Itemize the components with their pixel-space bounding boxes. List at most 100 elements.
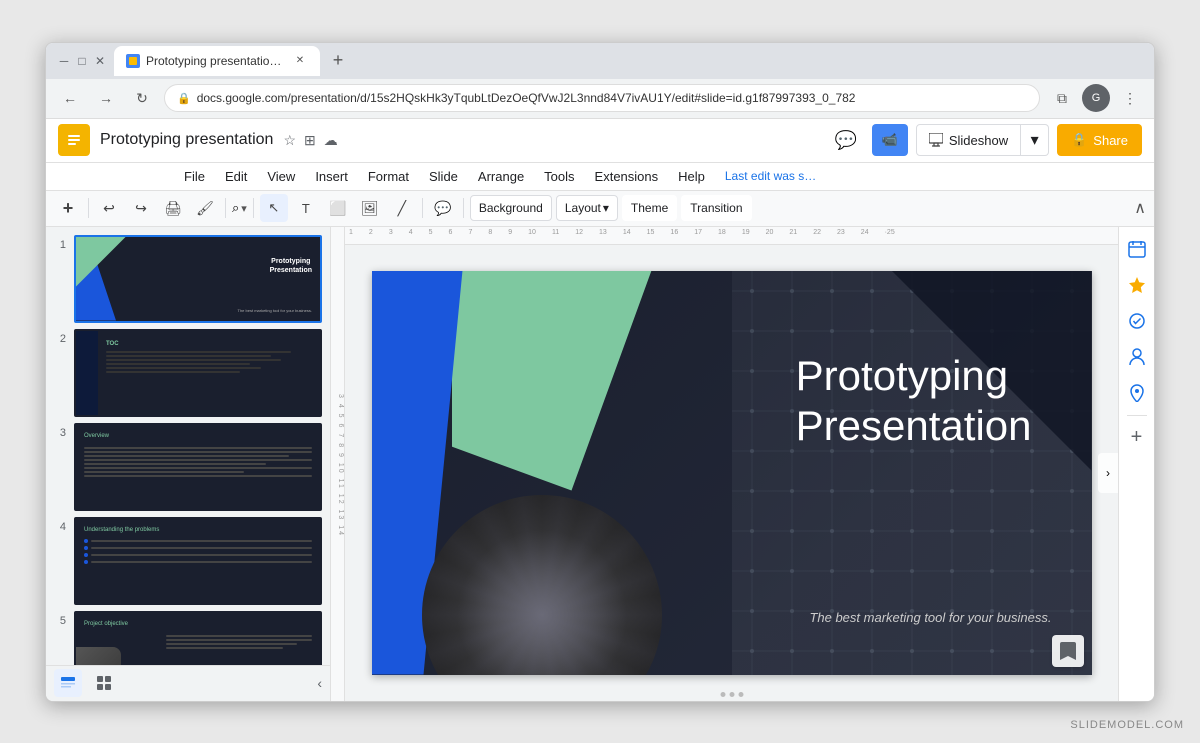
last-edit-text: Last edit was s… — [725, 169, 816, 183]
browser-window: ─ □ ✕ Prototyping presentation - Goo… ✕ … — [45, 42, 1155, 702]
menu-edit[interactable]: Edit — [217, 167, 255, 186]
refresh-btn[interactable]: ↻ — [128, 84, 156, 112]
star-panel-btn[interactable] — [1123, 271, 1151, 299]
menu-slide[interactable]: Slide — [421, 167, 466, 186]
canvas-area[interactable]: Prototyping Presentation The best market… — [345, 245, 1118, 701]
menu-file[interactable]: File — [176, 167, 213, 186]
comment-btn[interactable]: 💬 — [429, 194, 457, 222]
menu-extensions[interactable]: Extensions — [587, 167, 667, 186]
undo-btn[interactable]: ↩ — [95, 194, 123, 222]
meet-btn[interactable]: 📹 — [872, 124, 908, 156]
check-panel-btn[interactable] — [1123, 307, 1151, 335]
slide-canvas: Prototyping Presentation The best market… — [372, 271, 1092, 675]
line-2 — [91, 547, 312, 549]
share-label: Share — [1093, 133, 1128, 148]
collapse-panel-btn[interactable]: ‹ — [317, 675, 322, 691]
address-bar[interactable]: 🔒 docs.google.com/presentation/d/15s2HQs… — [164, 84, 1040, 112]
shapes-btn[interactable]: ⬜ — [324, 194, 352, 222]
menu-insert[interactable]: Insert — [307, 167, 356, 186]
tab-close-btn[interactable]: ✕ — [292, 53, 308, 69]
title-line-2: Presentation — [796, 401, 1032, 451]
add-panel-btn[interactable]: + — [1123, 424, 1151, 452]
menu-help[interactable]: Help — [670, 167, 713, 186]
tab-bar: Prototyping presentation - Goo… ✕ + — [114, 46, 1142, 76]
cloud-icon[interactable]: ☁ — [324, 132, 338, 149]
slideshow-btn[interactable]: Slideshow — [916, 124, 1021, 156]
left-ruler-marks: 3 4 5 6 7 8 9 10 11 12 13 14 — [337, 394, 344, 537]
slide-main-title: Prototyping Presentation — [796, 351, 1032, 452]
problems-title: Understanding the problems — [84, 527, 159, 533]
redo-btn[interactable]: ↪ — [127, 194, 155, 222]
slide-thumb-3[interactable]: 3 Overview — [54, 423, 322, 511]
menu-view[interactable]: View — [259, 167, 303, 186]
calendar-panel-btn[interactable] — [1123, 235, 1151, 263]
overview-line-3 — [84, 455, 289, 457]
slide-text-area: Prototyping Presentation — [796, 351, 1032, 452]
toc-line-1 — [106, 351, 291, 353]
slide-thumb-1[interactable]: 1 PrototypingPresentation The best marke… — [54, 235, 322, 323]
add-btn[interactable]: + — [54, 194, 82, 222]
active-tab[interactable]: Prototyping presentation - Goo… ✕ — [114, 46, 320, 76]
slide-num-2: 2 — [54, 333, 66, 345]
calendar-icon — [1128, 240, 1146, 258]
obj-line-2 — [166, 639, 312, 641]
maximize-btn[interactable]: □ — [76, 55, 88, 67]
profile-btn[interactable]: G — [1082, 84, 1110, 112]
paint-btn[interactable]: 🖌 — [191, 194, 219, 222]
slide-num-3: 3 — [54, 427, 66, 439]
doc-title-actions: ☆ ⊞ ☁ — [283, 132, 337, 149]
menu-bar: File Edit View Insert Format Slide Arran… — [46, 163, 1154, 191]
menu-format[interactable]: Format — [360, 167, 417, 186]
menu-tools[interactable]: Tools — [536, 167, 582, 186]
person-panel-btn[interactable] — [1123, 343, 1151, 371]
list-view-btn[interactable] — [54, 669, 82, 697]
slide-img-3: Overview — [74, 423, 322, 511]
location-panel-btn[interactable] — [1123, 379, 1151, 407]
slide-preview-5: Project objective — [76, 613, 320, 665]
doc-title: Prototyping presentation — [100, 131, 273, 149]
image-btn[interactable]: 🖼 — [356, 194, 384, 222]
dot-2 — [84, 546, 88, 550]
toolbar-sep-5 — [463, 198, 464, 218]
slideshow-dropdown-btn[interactable]: ▾ — [1021, 124, 1049, 156]
slide-thumb-2[interactable]: 2 TOC — [54, 329, 322, 417]
slide-thumb-5[interactable]: 5 Project objective — [54, 611, 322, 665]
canvas-nav-right-btn[interactable]: › — [1098, 453, 1118, 493]
address-bar-row: ← → ↻ 🔒 docs.google.com/presentation/d/1… — [46, 79, 1154, 119]
toolbar-collapse-btn[interactable]: ∧ — [1134, 198, 1146, 218]
grid-view-btn[interactable] — [90, 669, 118, 697]
new-tab-btn[interactable]: + — [324, 47, 352, 75]
close-btn[interactable]: ✕ — [94, 55, 106, 67]
folder-icon[interactable]: ⊞ — [304, 132, 316, 149]
canvas-bookmark-btn[interactable] — [1052, 635, 1084, 667]
menu-dots-btn[interactable]: ⋮ — [1116, 84, 1144, 112]
layout-btn[interactable]: Layout ▾ — [556, 195, 618, 221]
back-btn[interactable]: ← — [56, 84, 84, 112]
slide-subtitle: The best marketing tool for your busines… — [809, 610, 1051, 625]
top-ruler: 123456789101112131415161718192021222324·… — [345, 227, 1118, 245]
theme-btn[interactable]: Theme — [622, 195, 677, 221]
star-icon[interactable]: ☆ — [283, 132, 296, 149]
obj-line-3 — [166, 643, 298, 645]
cursor-btn[interactable]: ↖ — [260, 194, 288, 222]
share-btn[interactable]: 🔒 Share — [1057, 124, 1142, 156]
toc-line-2 — [106, 355, 271, 357]
toolbar: + ↩ ↪ 🖨 🖌 ⌕ ▾ ↖ T ⬜ 🖼 ╱ 💬 Background Lay… — [46, 191, 1154, 227]
comment-icon-btn[interactable]: 💬 — [828, 122, 864, 158]
transition-btn[interactable]: Transition — [681, 195, 751, 221]
zoom-icon[interactable]: ⌕ — [232, 200, 239, 216]
left-ruler: 3 4 5 6 7 8 9 10 11 12 13 14 — [331, 227, 345, 701]
print-btn[interactable]: 🖨 — [159, 194, 187, 222]
slide-num-1: 1 — [54, 239, 66, 251]
minimize-btn[interactable]: ─ — [58, 55, 70, 67]
toc-line-6 — [106, 371, 240, 373]
extensions-btn[interactable]: ⧉ — [1048, 84, 1076, 112]
text-btn[interactable]: T — [292, 194, 320, 222]
background-btn[interactable]: Background — [470, 195, 552, 221]
toc-line-4 — [106, 363, 250, 365]
toolbar-sep-4 — [422, 198, 423, 218]
menu-arrange[interactable]: Arrange — [470, 167, 532, 186]
line-btn[interactable]: ╱ — [388, 194, 416, 222]
forward-btn[interactable]: → — [92, 84, 120, 112]
slide-thumb-4[interactable]: 4 Understanding the problems — [54, 517, 322, 605]
